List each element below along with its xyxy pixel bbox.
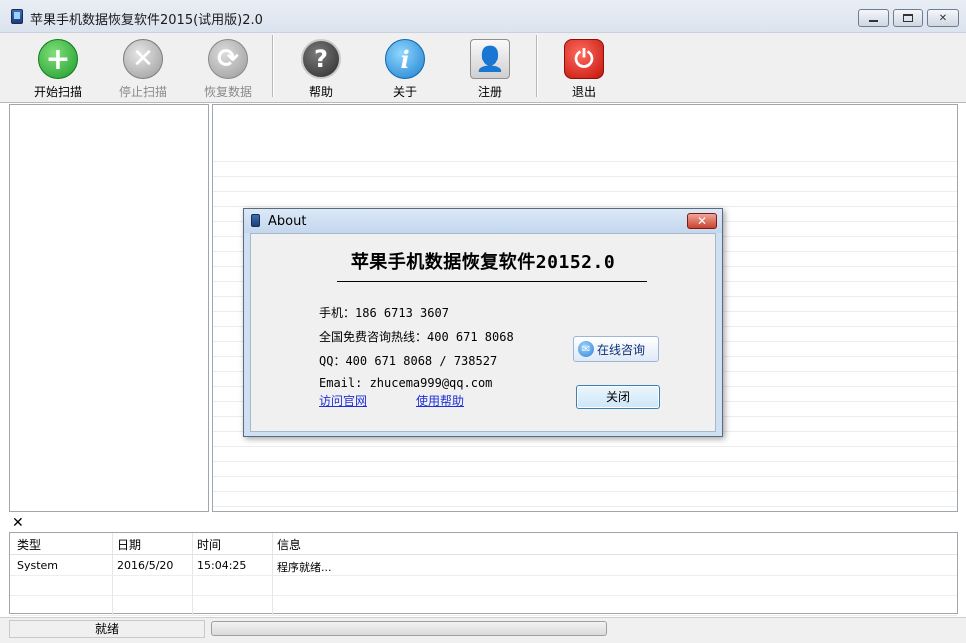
exit-button[interactable]: ⏻ 退出 — [546, 37, 622, 101]
start-scan-label: 开始扫描 — [33, 85, 82, 99]
help-button[interactable]: ? 帮助 — [283, 37, 359, 101]
register-label: 注册 — [477, 85, 502, 99]
toolbar-separator — [272, 35, 274, 97]
about-heading: 苹果手机数据恢复软件20152.0 — [350, 252, 616, 273]
maximize-button[interactable] — [893, 9, 923, 27]
email-text: Email: zhucema999@qq.com — [319, 376, 493, 390]
window-titlebar: 苹果手机数据恢复软件2015(试用版)2.0 ✕ — [0, 0, 966, 33]
log-close-icon[interactable]: ✕ — [12, 515, 24, 531]
about-titlebar[interactable]: About ✕ — [244, 209, 722, 233]
column-header-date[interactable]: 日期 — [117, 536, 141, 553]
divider — [337, 281, 647, 282]
status-text: 就绪 — [9, 620, 205, 638]
stop-scan-button[interactable]: ✕ 停止扫描 — [105, 37, 181, 101]
toolbar-separator — [536, 35, 538, 97]
about-close-button[interactable]: ✕ — [687, 213, 717, 229]
about-title: About — [268, 214, 307, 229]
column-header-type[interactable]: 类型 — [17, 536, 41, 553]
log-panel: 类型 日期 时间 信息 System 2016/5/20 15:04:25 程序… — [9, 532, 958, 616]
qq-icon: ✉ — [578, 341, 594, 357]
progress-bar — [211, 621, 607, 636]
info-icon: i — [385, 39, 425, 79]
maximize-icon — [903, 14, 913, 22]
close-icon: ✕ — [938, 12, 948, 24]
close-icon: ✕ — [696, 214, 708, 228]
visit-website-link[interactable]: 访问官网 — [319, 392, 367, 409]
power-icon: ⏻ — [564, 39, 604, 79]
register-button[interactable]: 👤 注册 — [452, 37, 528, 101]
hotline-text: 全国免费咨询热线：400 671 8068 — [319, 330, 514, 344]
phone-text: 手机：186 6713 3607 — [319, 306, 449, 320]
exit-label: 退出 — [571, 85, 596, 99]
about-dialog: About ✕ 苹果手机数据恢复软件20152.0 手机：186 6713 36… — [243, 208, 723, 437]
stop-scan-label: 停止扫描 — [118, 85, 167, 99]
about-button[interactable]: i 关于 — [367, 37, 443, 101]
sync-icon: ⟳ — [208, 39, 248, 79]
table-row — [10, 596, 957, 616]
start-scan-button[interactable]: + 开始扫描 — [20, 37, 96, 101]
recover-data-button[interactable]: ⟳ 恢复数据 — [190, 37, 266, 101]
close-dialog-button[interactable]: 关闭 — [576, 385, 660, 409]
column-header-message[interactable]: 信息 — [277, 536, 301, 553]
cell-date: 2016/5/20 — [117, 559, 174, 572]
usage-help-link[interactable]: 使用帮助 — [416, 392, 464, 409]
close-window-button[interactable]: ✕ — [927, 9, 959, 27]
table-row — [10, 576, 957, 596]
status-bar: 就绪 — [0, 617, 966, 643]
qq-text: QQ：400 671 8068 / 738527 — [319, 354, 498, 368]
cell-type: System — [17, 559, 59, 572]
minimize-icon — [869, 20, 878, 22]
help-icon: ? — [301, 39, 341, 79]
toolbar: + 开始扫描 ✕ 停止扫描 ⟳ 恢复数据 ? 帮助 i 关于 👤 注册 ⏻ 退出 — [0, 33, 966, 103]
window-title: 苹果手机数据恢复软件2015(试用版)2.0 — [30, 13, 263, 28]
online-consult-button[interactable]: ✉ 在线咨询 — [573, 336, 659, 362]
table-row[interactable]: System 2016/5/20 15:04:25 程序就绪... — [10, 556, 957, 576]
help-label: 帮助 — [308, 85, 333, 99]
about-label: 关于 — [392, 85, 417, 99]
phone-app-icon — [251, 214, 260, 227]
column-header-time[interactable]: 时间 — [197, 536, 221, 553]
phone-app-icon — [11, 9, 23, 24]
device-tree-panel[interactable] — [9, 104, 209, 512]
about-body: 苹果手机数据恢复软件20152.0 手机：186 6713 3607 全国免费咨… — [250, 233, 716, 432]
recover-data-label: 恢复数据 — [203, 85, 252, 99]
plus-icon: + — [38, 39, 78, 79]
online-consult-label: 在线咨询 — [597, 342, 646, 357]
stop-icon: ✕ — [123, 39, 163, 79]
cell-time: 15:04:25 — [197, 559, 247, 572]
cell-message: 程序就绪... — [277, 561, 332, 574]
user-icon: 👤 — [470, 39, 510, 79]
log-header: 类型 日期 时间 信息 — [10, 533, 957, 555]
minimize-button[interactable] — [858, 9, 889, 27]
